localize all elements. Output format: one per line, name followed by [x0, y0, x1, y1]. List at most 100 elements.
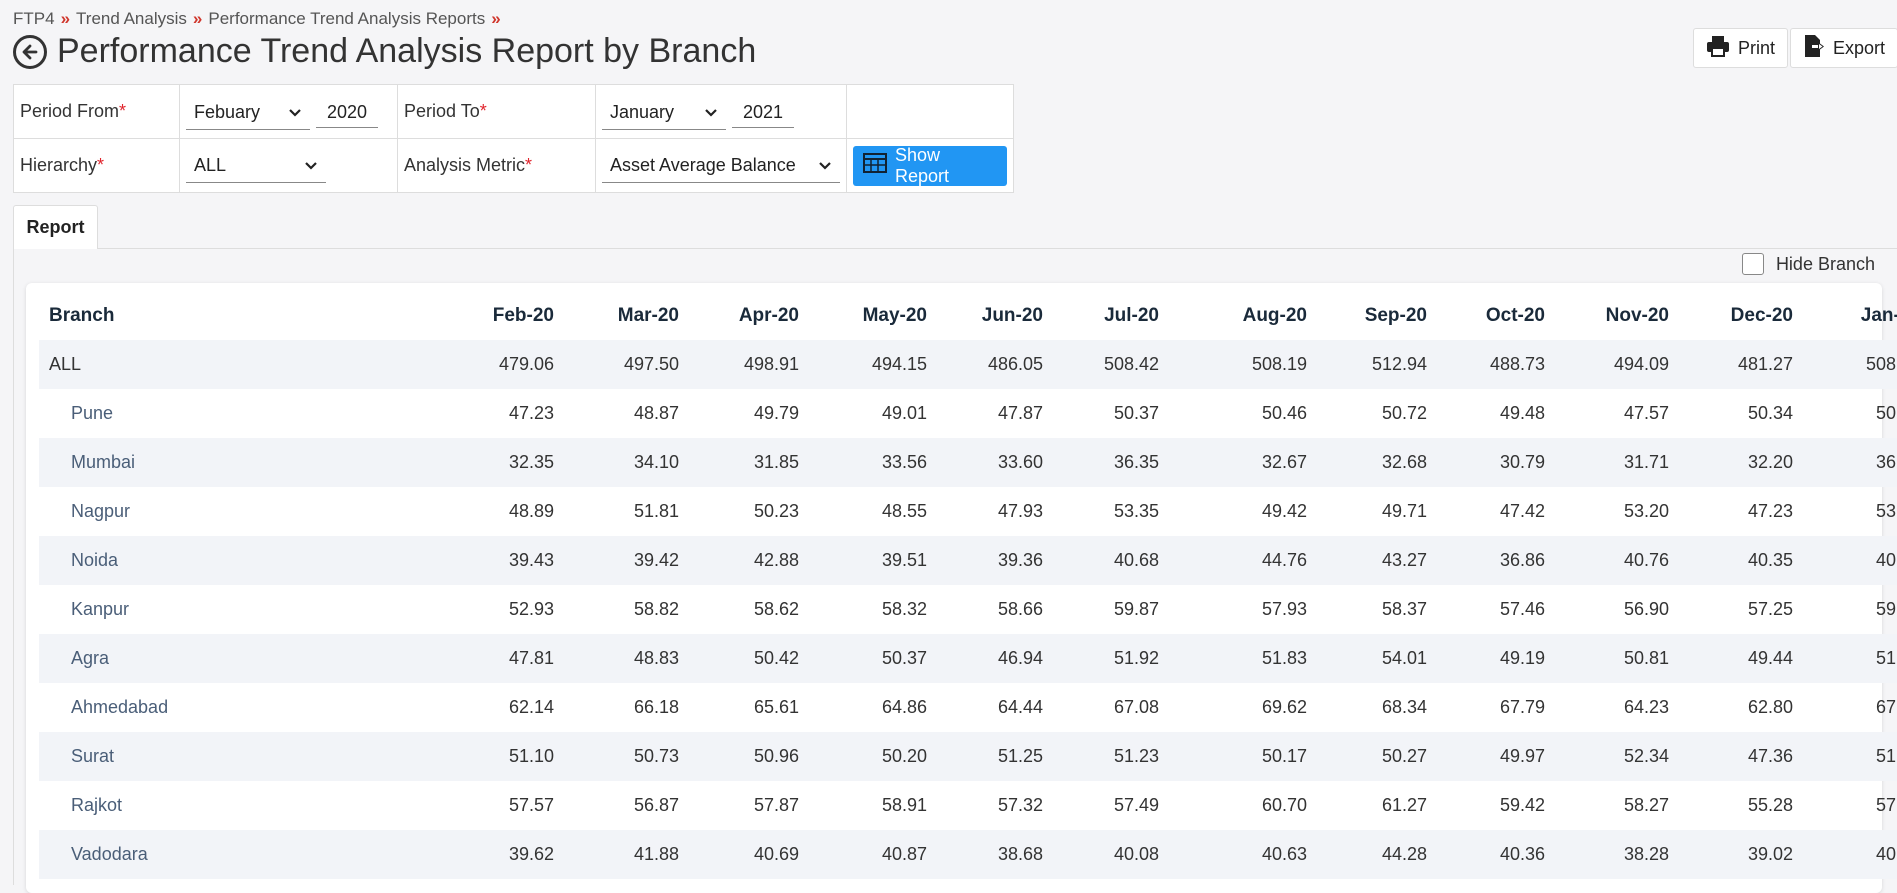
- column-header-month[interactable]: Sep-20: [1313, 291, 1433, 340]
- arrow-left-circle-icon[interactable]: [13, 34, 47, 69]
- value-cell: 52.93: [508, 599, 554, 619]
- column-header-month[interactable]: Mar-20: [560, 291, 685, 340]
- value-cell: 488.73: [1433, 340, 1551, 389]
- column-header-month[interactable]: Aug-20: [1165, 291, 1313, 340]
- value-cell: 57.57: [508, 795, 554, 815]
- value-cell: 50.37: [1113, 403, 1159, 423]
- value-cell: 32.35: [449, 438, 560, 487]
- branch-name-cell[interactable]: Nagpur: [39, 487, 449, 536]
- value-cell: 31.71: [1551, 438, 1675, 487]
- value-cell: 486.05: [933, 340, 1049, 389]
- export-button[interactable]: Export: [1790, 28, 1897, 68]
- table-row: Ahmedabad 62.14 66.18 65.61 64.86 64.44 67.08 6…: [39, 683, 1897, 732]
- metric-cell: Asset Average Balance: [595, 138, 847, 193]
- column-header-month[interactable]: Dec-20: [1675, 291, 1799, 340]
- value-cell: 51.23: [1049, 732, 1165, 781]
- value-cell: 40.35: [1675, 536, 1799, 585]
- column-header-month[interactable]: Jul-20: [1049, 291, 1165, 340]
- period-from-label-cell: Period From*: [13, 84, 180, 139]
- hierarchy-select[interactable]: ALL: [186, 148, 326, 183]
- table-row: Vadodara 39.62 41.88 40.69 40.87 38.68 40.08 40…: [39, 830, 1897, 879]
- branch-name-cell[interactable]: Surat: [39, 732, 449, 781]
- value-cell: 49.01: [881, 403, 927, 423]
- value-cell: 39.42: [560, 536, 685, 585]
- breadcrumb-item-trend-analysis[interactable]: Trend Analysis: [76, 9, 187, 28]
- breadcrumb: FTP4 » Trend Analysis » Performance Trend An…: [13, 9, 507, 29]
- required-mark: *: [479, 101, 487, 121]
- value-cell: 48.83: [560, 634, 685, 683]
- column-header-month[interactable]: Feb-20: [449, 291, 560, 340]
- value-cell: 57.49: [1875, 795, 1897, 815]
- value-cell: 59.87: [1875, 599, 1897, 619]
- breadcrumb-item-ftp4[interactable]: FTP4: [13, 9, 55, 28]
- value-cell: 55.28: [1747, 795, 1793, 815]
- value-cell: 43.27: [1313, 536, 1433, 585]
- value-cell: 67.08: [1875, 697, 1897, 717]
- value-cell: 62.80: [1747, 697, 1793, 717]
- column-header-branch[interactable]: Branch: [39, 291, 449, 340]
- branch-name-cell[interactable]: Noida: [39, 536, 449, 585]
- table-row: Surat 51.10 50.73 50.96 50.20 51.25 51.23 50.17…: [39, 732, 1897, 781]
- column-header-month[interactable]: Jan-21: [1799, 291, 1897, 340]
- period-to-cell: January 2021: [595, 84, 847, 139]
- value-cell: 32.20: [1675, 438, 1799, 487]
- column-header-month[interactable]: Nov-20: [1551, 291, 1675, 340]
- period-to-month-value: January: [610, 101, 675, 122]
- period-to-month-select[interactable]: January: [602, 95, 726, 130]
- value-cell: 40.68: [1799, 536, 1897, 585]
- column-header-month[interactable]: Jun-20: [933, 291, 1049, 340]
- column-header-month[interactable]: May-20: [805, 291, 933, 340]
- branch-name-cell[interactable]: Pune: [39, 389, 449, 438]
- value-cell: 50.72: [1381, 403, 1427, 423]
- value-cell: 50.96: [685, 732, 805, 781]
- branch-name-cell: ALL: [39, 340, 449, 389]
- value-cell: 52.34: [1551, 732, 1675, 781]
- value-cell: 65.61: [753, 697, 799, 717]
- period-from-year-input[interactable]: 2020: [316, 93, 378, 128]
- table-icon: [863, 153, 887, 178]
- value-cell: 51.25: [933, 732, 1049, 781]
- print-button[interactable]: Print: [1693, 28, 1789, 68]
- period-to-year-input[interactable]: 2021: [732, 93, 794, 128]
- value-cell: 32.68: [1313, 438, 1433, 487]
- value-cell: 47.87: [997, 403, 1043, 423]
- period-from-month-select[interactable]: Febuary: [186, 95, 310, 130]
- value-cell: 51.23: [1799, 732, 1897, 781]
- value-cell: 67.08: [1113, 697, 1159, 717]
- value-cell: 479.06: [449, 340, 560, 389]
- value-cell: 50.20: [805, 732, 933, 781]
- analysis-metric-select[interactable]: Asset Average Balance: [602, 148, 840, 183]
- value-cell: 39.62: [449, 830, 560, 879]
- required-mark: *: [525, 155, 533, 175]
- column-header-month[interactable]: Apr-20: [685, 291, 805, 340]
- value-cell: 47.36: [1675, 732, 1799, 781]
- value-cell: 57.93: [1261, 599, 1307, 619]
- value-cell: 69.62: [1261, 697, 1307, 717]
- value-cell: 40.63: [1165, 830, 1313, 879]
- breadcrumb-item-reports[interactable]: Performance Trend Analysis Reports: [208, 9, 485, 28]
- branch-name-cell[interactable]: Mumbai: [39, 438, 449, 487]
- value-cell: 50.27: [1313, 732, 1433, 781]
- value-cell: 61.27: [1381, 795, 1427, 815]
- value-cell: 47.81: [449, 634, 560, 683]
- value-cell: 40.68: [1049, 536, 1165, 585]
- table-row: Agra 47.81 48.83 50.42 50.37 46.94 51.92 51.83 5…: [39, 634, 1897, 683]
- period-from-label: Period From: [20, 101, 120, 121]
- branch-name-cell[interactable]: Vadodara: [39, 830, 449, 879]
- period-from-month-value: Febuary: [194, 101, 261, 122]
- column-header-month[interactable]: Oct-20: [1433, 291, 1551, 340]
- tab-report-label: Report: [26, 217, 85, 237]
- branch-name-cell[interactable]: Agra: [39, 634, 449, 683]
- breadcrumb-separator: »: [60, 9, 71, 28]
- value-cell: 36.86: [1433, 536, 1551, 585]
- branch-name-cell[interactable]: Ahmedabad: [39, 683, 449, 732]
- value-cell: 494.09: [1551, 340, 1675, 389]
- printer-icon: [1706, 35, 1730, 62]
- branch-name-cell[interactable]: Kanpur: [39, 585, 449, 634]
- value-cell: 64.23: [1623, 697, 1669, 717]
- value-cell: 40.87: [805, 830, 933, 879]
- hide-branch-checkbox[interactable]: [1741, 253, 1764, 275]
- tab-report[interactable]: Report: [13, 205, 98, 249]
- branch-name-cell[interactable]: Rajkot: [39, 781, 449, 830]
- show-report-button[interactable]: Show Report: [853, 145, 1007, 186]
